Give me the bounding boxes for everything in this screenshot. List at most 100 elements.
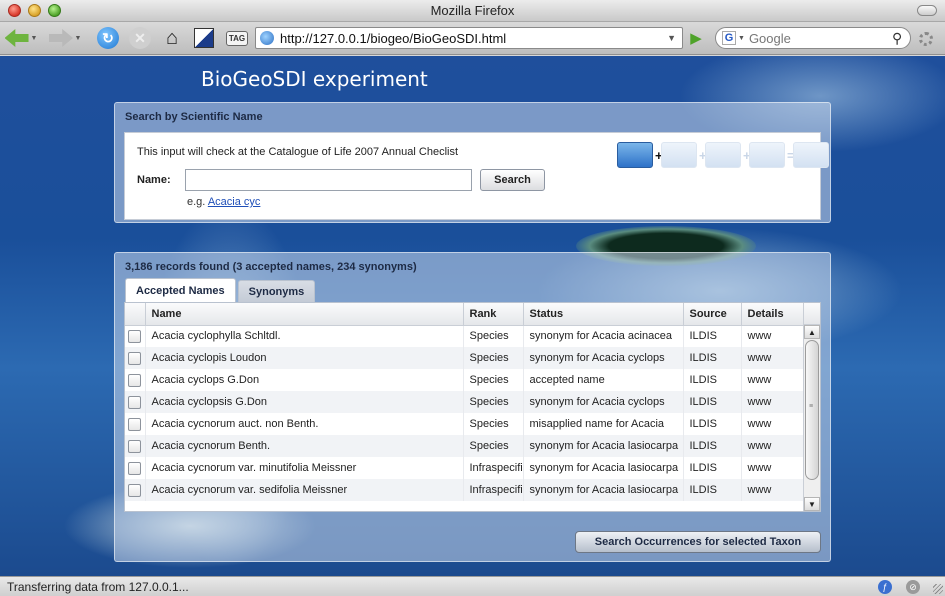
column-header-details[interactable]: Details — [741, 303, 804, 326]
url-text[interactable]: http://127.0.0.1/biogeo/BioGeoSDI.html — [280, 31, 667, 46]
plus-icon: + — [743, 147, 751, 163]
cell-name: Acacia cyclophylla Schltdl. — [145, 325, 464, 347]
page-content: BioGeoSDI experiment Search by Scientifi… — [0, 56, 945, 576]
table-header-row: Name Rank Status Source Details — [125, 303, 804, 326]
row-checkbox[interactable] — [128, 439, 142, 453]
cell-rank: Species — [463, 435, 524, 457]
row-select-cell — [125, 369, 146, 391]
select-column-header — [125, 303, 146, 326]
row-select-cell — [125, 435, 146, 457]
disabled-addon-icon[interactable]: ⊘ — [906, 580, 920, 594]
column-header-source[interactable]: Source — [683, 303, 742, 326]
row-select-cell — [125, 325, 146, 347]
page-title: BioGeoSDI experiment — [201, 67, 428, 91]
cell-details[interactable]: www — [741, 369, 804, 391]
cell-details[interactable]: www — [741, 435, 804, 457]
reload-icon: ↻ — [97, 27, 119, 49]
forward-arrow-icon — [49, 29, 73, 47]
web-search-field[interactable]: G ▼ Google ⚲ — [715, 27, 911, 49]
workflow-step-3-icon — [705, 142, 741, 168]
go-arrow-icon: ▶ — [690, 30, 702, 47]
back-arrow-icon — [4, 29, 29, 47]
workflow-step-5-icon — [793, 142, 829, 168]
equals-icon: = — [787, 147, 795, 163]
window-titlebar: Mozilla Firefox — [0, 0, 945, 22]
back-history-dropdown-icon[interactable]: ▼ — [31, 35, 38, 42]
table-row[interactable]: Acacia cycnorum auct. non Benth. Species… — [125, 413, 804, 435]
table-row[interactable]: Acacia cycnorum var. sedifolia Meissner … — [125, 479, 804, 501]
cell-name: Acacia cyclopis Loudon — [145, 347, 464, 369]
resize-grip-icon[interactable] — [933, 584, 943, 594]
scroll-down-arrow-icon[interactable]: ▼ — [804, 497, 820, 511]
row-checkbox[interactable] — [128, 417, 142, 431]
cell-status: synonym for Acacia cyclops — [523, 391, 684, 413]
scroll-up-arrow-icon[interactable]: ▲ — [804, 325, 820, 339]
firebug-icon[interactable]: ƒ — [878, 580, 892, 594]
google-engine-icon[interactable]: G — [722, 31, 736, 45]
search-panel-body: This input will check at the Catalogue o… — [124, 132, 829, 220]
example-link[interactable]: Acacia cyc — [208, 196, 261, 208]
table-row[interactable]: Acacia cycnorum var. minutifolia Meissne… — [125, 457, 804, 479]
toolbar-toggle-button[interactable] — [917, 5, 937, 16]
scroll-thumb[interactable]: ≡ — [805, 340, 819, 480]
search-button[interactable]: Search — [480, 169, 545, 191]
results-vertical-scrollbar[interactable]: ▲ ≡ ▼ — [803, 325, 820, 511]
forward-history-dropdown-icon[interactable]: ▼ — [75, 35, 82, 42]
search-panel-header: Search by Scientific Name — [125, 111, 263, 123]
column-header-name[interactable]: Name — [145, 303, 464, 326]
cell-source: ILDIS — [683, 435, 742, 457]
cell-source: ILDIS — [683, 347, 742, 369]
search-engine-dropdown-icon[interactable]: ▼ — [738, 35, 745, 42]
table-row[interactable]: Acacia cyclopis Loudon Species synonym f… — [125, 347, 804, 369]
table-row[interactable]: Acacia cycnorum Benth. Species synonym f… — [125, 435, 804, 457]
row-checkbox[interactable] — [128, 461, 142, 475]
cell-details[interactable]: www — [741, 391, 804, 413]
cell-status: synonym for Acacia lasiocarpa — [523, 457, 684, 479]
results-grid: Name Rank Status Source Details Acacia c… — [124, 302, 821, 512]
tag-button[interactable]: TAG — [224, 26, 250, 50]
example-hint: e.g. Acacia cyc — [187, 196, 260, 208]
workflow-step-4-icon — [749, 142, 785, 168]
row-checkbox[interactable] — [128, 351, 142, 365]
row-checkbox[interactable] — [128, 395, 142, 409]
results-panel: 3,186 records found (3 accepted names, 2… — [114, 252, 831, 562]
row-select-cell — [125, 347, 146, 369]
url-field[interactable]: http://127.0.0.1/biogeo/BioGeoSDI.html ▼ — [255, 27, 683, 49]
name-label: Name: — [137, 174, 171, 186]
cell-source: ILDIS — [683, 457, 742, 479]
magnifier-icon[interactable]: ⚲ — [892, 30, 910, 47]
cell-rank: Species — [463, 413, 524, 435]
window-title: Mozilla Firefox — [430, 3, 515, 18]
table-row[interactable]: Acacia cyclops G.Don Species accepted na… — [125, 369, 804, 391]
cell-details[interactable]: www — [741, 325, 804, 347]
stop-button[interactable]: ✕ — [128, 26, 152, 50]
go-button[interactable]: ▶ — [686, 29, 706, 47]
forward-button[interactable]: ▼ — [48, 26, 82, 50]
url-history-dropdown-icon[interactable]: ▼ — [667, 33, 676, 43]
column-header-rank[interactable]: Rank — [463, 303, 524, 326]
tab-synonyms[interactable]: Synonyms — [237, 280, 316, 302]
web-search-placeholder[interactable]: Google — [749, 31, 892, 46]
cell-name: Acacia cyclopsis G.Don — [145, 391, 464, 413]
row-checkbox[interactable] — [128, 373, 142, 387]
results-tabs: Accepted Names Synonyms — [125, 278, 316, 302]
back-button[interactable]: ▼ — [4, 26, 38, 50]
tab-accepted-names[interactable]: Accepted Names — [125, 278, 236, 302]
cell-details[interactable]: www — [741, 413, 804, 435]
bookmark-button[interactable] — [192, 26, 216, 50]
cell-details[interactable]: www — [741, 347, 804, 369]
row-checkbox[interactable] — [128, 329, 142, 343]
cell-source: ILDIS — [683, 325, 742, 347]
reload-button[interactable]: ↻ — [96, 26, 120, 50]
name-input[interactable] — [185, 169, 472, 191]
cell-details[interactable]: www — [741, 479, 804, 501]
row-checkbox[interactable] — [128, 483, 142, 497]
search-occurrences-button[interactable]: Search Occurrences for selected Taxon — [575, 531, 821, 553]
table-row[interactable]: Acacia cyclopsis G.Don Species synonym f… — [125, 391, 804, 413]
home-button[interactable]: ⌂ — [160, 26, 184, 50]
cell-rank: Infraspecific — [463, 457, 524, 479]
cell-details[interactable]: www — [741, 457, 804, 479]
cell-status: accepted name — [523, 369, 684, 391]
column-header-status[interactable]: Status — [523, 303, 684, 326]
table-row[interactable]: Acacia cyclophylla Schltdl. Species syno… — [125, 325, 804, 347]
